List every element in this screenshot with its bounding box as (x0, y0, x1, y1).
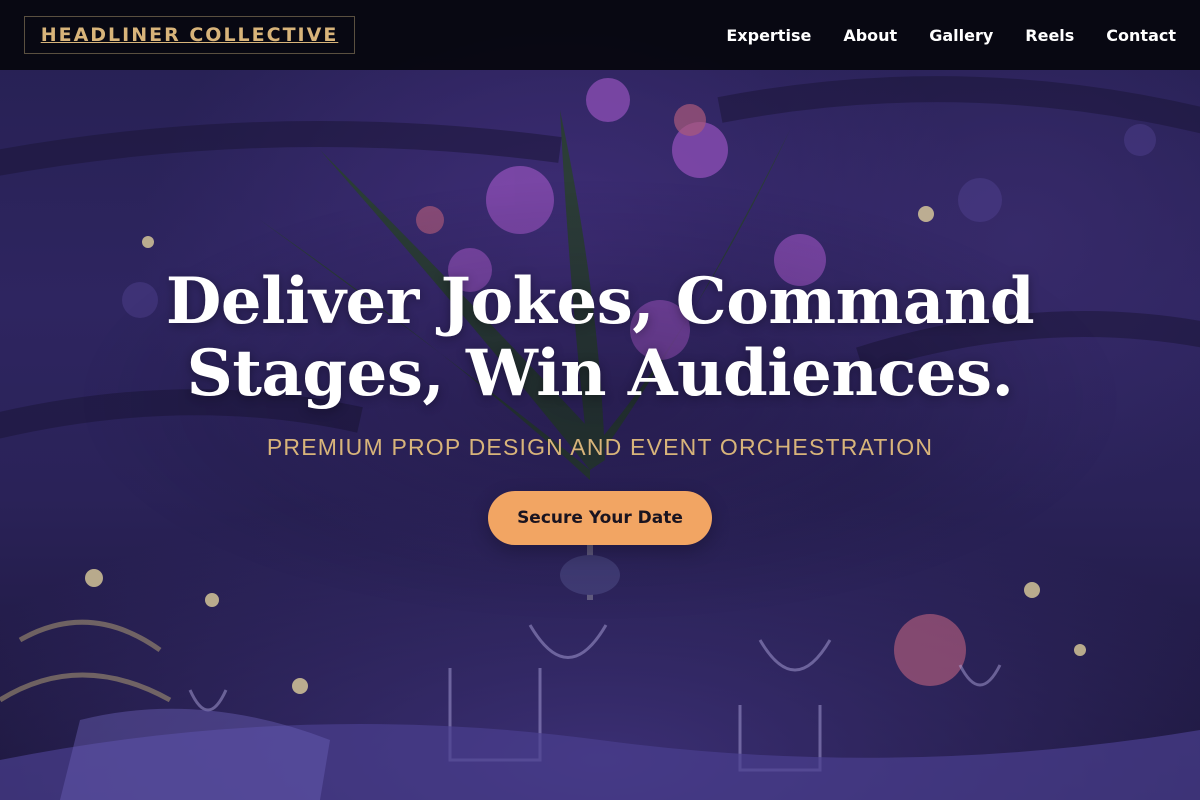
nav-link-gallery[interactable]: Gallery (929, 26, 993, 45)
hero-content: Deliver Jokes, Command Stages, Win Audie… (0, 266, 1200, 545)
site-header: HEADLINER COLLECTIVE Expertise About Gal… (0, 0, 1200, 70)
nav-link-about[interactable]: About (843, 26, 897, 45)
hero-headline-line-1: Deliver Jokes, Command (165, 264, 1035, 339)
hero-headline: Deliver Jokes, Command Stages, Win Audie… (0, 266, 1200, 410)
nav-link-expertise[interactable]: Expertise (726, 26, 811, 45)
hero-headline-line-2: Stages, Win Audiences. (186, 336, 1014, 411)
brand-logo[interactable]: HEADLINER COLLECTIVE (24, 16, 355, 54)
nav-link-contact[interactable]: Contact (1106, 26, 1176, 45)
nav-link-reels[interactable]: Reels (1025, 26, 1074, 45)
secure-date-button[interactable]: Secure Your Date (488, 491, 712, 545)
main-nav: Expertise About Gallery Reels Contact (726, 26, 1176, 45)
hero-subheadline: PREMIUM PROP DESIGN AND EVENT ORCHESTRAT… (266, 434, 934, 460)
